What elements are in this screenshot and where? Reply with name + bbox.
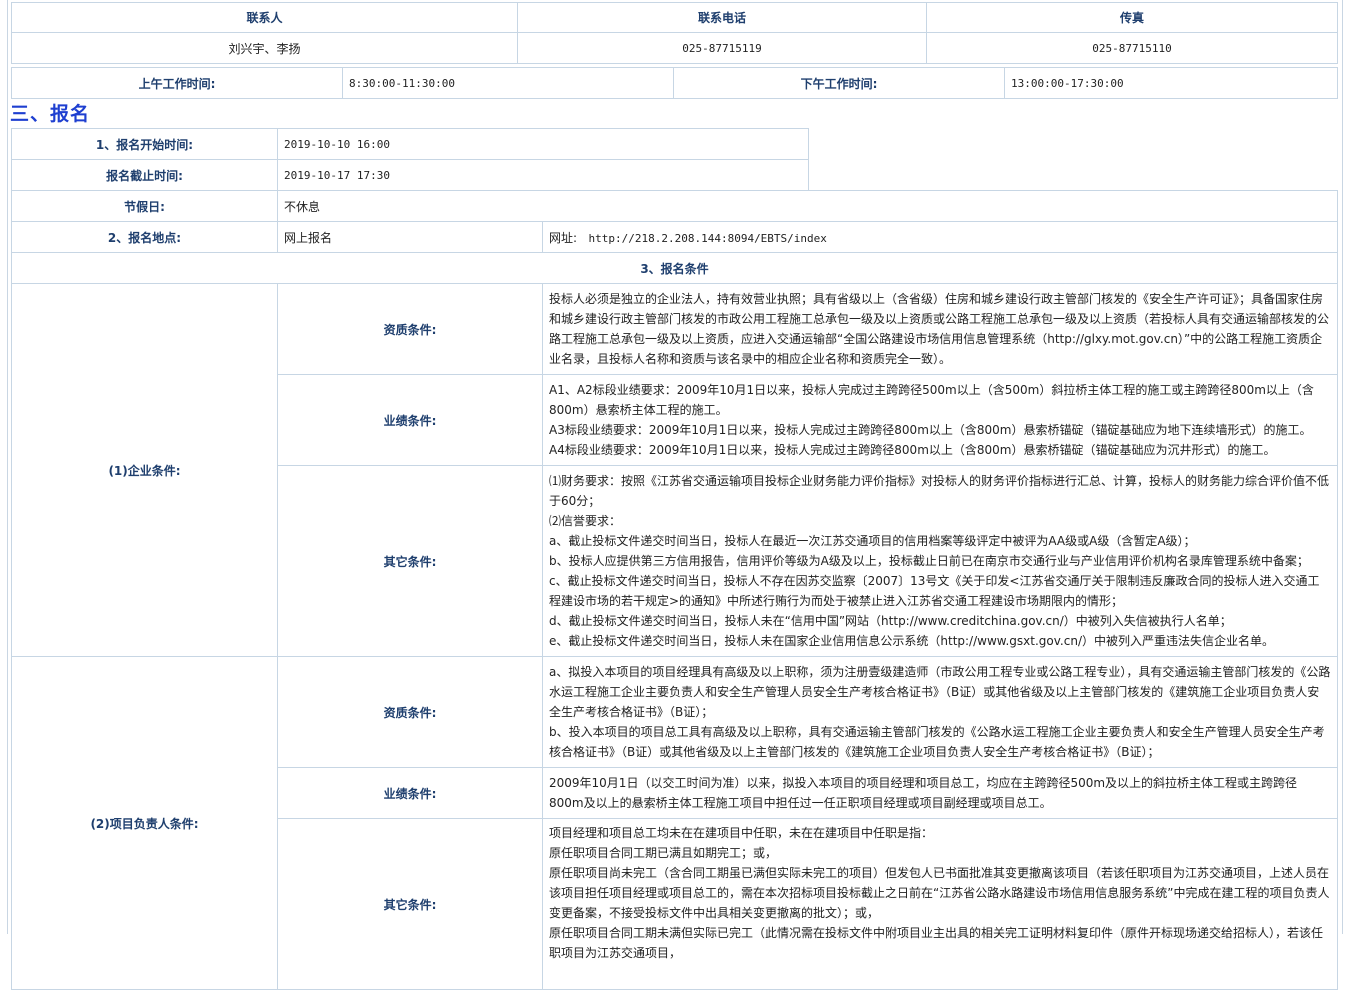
enterprise-other-line: ⑵信誉要求： <box>549 514 622 528</box>
contact-fax-header: 传真 <box>926 2 1338 33</box>
enterprise-qual-text: 投标人必须是独立的企业法人，持有效营业执照；具有省级以上（含省级）住房和城乡建设… <box>541 283 1339 375</box>
registration-place-label: 2、报名地点: <box>11 221 278 253</box>
enterprise-other-line: e、截止投标文件递交时间当日，投标人未在国家企业信用信息公示系统（http://… <box>549 634 1274 648</box>
conditions-title: 3、报名条件 <box>10 252 1339 284</box>
am-hours-value: 8:30:00-11:30:00 <box>342 67 674 99</box>
project-lead-qual-line: a、拟投入本项目的项目经理具有高级及以上职称，须为注册壹级建造师（市政公用工程专… <box>549 665 1331 719</box>
section-title: 三、报名 <box>10 103 91 125</box>
enterprise-conditions-label: (1)企业条件: <box>11 283 278 657</box>
enterprise-other-line: ⑴财务要求：按照《江苏省交通运输项目投标企业财务能力评价指标》对投标人的财务评价… <box>549 474 1330 508</box>
registration-url-cell: 网址: http://218.2.208.144:8094/EBTS/index <box>541 221 1339 253</box>
holiday-label: 节假日: <box>11 190 278 222</box>
registration-start-label: 1、报名开始时间: <box>11 128 278 160</box>
project-lead-other-label: 其它条件: <box>277 818 543 990</box>
project-lead-perf-label: 业绩条件: <box>277 767 543 819</box>
contact-table: 联系人 联系电话 传真 刘兴宇、李扬 025-87715119 025-8771… <box>11 2 1338 64</box>
enterprise-perf-line: A1、A2标段业绩要求：2009年10月1日以来，投标人完成过主跨跨径500m以… <box>549 383 1314 417</box>
project-lead-other-line: 原任职项目合同工期已满且如期完工；或， <box>549 846 778 860</box>
project-lead-conditions-label: (2)项目负责人条件: <box>11 656 278 990</box>
enterprise-other-line: c、截止投标文件递交时间当日，投标人不存在因苏交监察〔2007〕13号文《关于印… <box>549 574 1320 608</box>
contact-person-value: 刘兴宇、李扬 <box>11 32 518 64</box>
project-lead-qual-label: 资质条件: <box>277 656 543 768</box>
am-hours-label: 上午工作时间: <box>11 67 343 99</box>
project-lead-other-line: 原任职项目合同工期未满但实际已完工（此情况需在投标文件中附项目业主出具的相关完工… <box>549 926 1324 960</box>
project-lead-qual-line: b、投入本项目的项目总工具有高级及以上职称，具有交通运输主管部门核发的《公路水运… <box>549 725 1325 759</box>
contact-phone-value: 025-87715119 <box>517 32 927 64</box>
enterprise-other-line: d、截止投标文件递交时间当日，投标人未在“信用中国”网站（http://www.… <box>549 614 1232 628</box>
work-hours-table: 上午工作时间: 8:30:00-11:30:00 下午工作时间: 13:00:0… <box>11 67 1338 99</box>
contact-person-header: 联系人 <box>11 2 518 33</box>
enterprise-other-label: 其它条件: <box>277 465 543 657</box>
enterprise-other-text: ⑴财务要求：按照《江苏省交通运输项目投标企业财务能力评价指标》对投标人的财务评价… <box>541 465 1339 657</box>
holiday-value: 不休息 <box>276 190 1339 222</box>
project-lead-other-line: 项目经理和项目总工均未在在建项目中任职，未在在建项目中任职是指： <box>549 826 934 840</box>
project-lead-other-text: 项目经理和项目总工均未在在建项目中任职，未在在建项目中任职是指： 原任职项目合同… <box>541 818 1339 990</box>
contact-phone-header: 联系电话 <box>517 2 927 33</box>
enterprise-other-line: b、投标人应提供第三方信用报告，信用评价等级为A级及以上，投标截止日前已在南京市… <box>549 554 1309 568</box>
project-lead-perf-text: 2009年10月1日（以交工时间为准）以来，拟投入本项目的项目经理和项目总工，均… <box>541 767 1339 819</box>
conditions-table: 节假日: 不休息 2、报名地点: 网上报名 网址: http://218.2.2… <box>10 190 1339 990</box>
registration-place-value: 网上报名 <box>277 221 543 253</box>
registration-end-value: 2019-10-17 17:30 <box>277 159 809 191</box>
registration-end-label: 报名截止时间: <box>11 159 278 191</box>
project-lead-other-line: 原任职项目尚未完工（含合同工期虽已满但实际未完工的项目）但发包人已书面批准其变更… <box>549 866 1330 920</box>
enterprise-perf-label: 业绩条件: <box>277 374 543 466</box>
pm-hours-label: 下午工作时间: <box>673 67 1005 99</box>
enterprise-perf-line: A4标段业绩要求：2009年10月1日以来，投标人完成过主跨跨径800m以上（含… <box>549 443 1276 457</box>
registration-url-label: 网址: <box>549 230 578 245</box>
project-lead-qual-text: a、拟投入本项目的项目经理具有高级及以上职称，须为注册壹级建造师（市政公用工程专… <box>541 656 1339 768</box>
registration-start-value: 2019-10-10 16:00 <box>277 128 809 160</box>
enterprise-other-line: a、截止投标文件递交时间当日，投标人在最近一次江苏交通项目的信用档案等级评定中被… <box>549 534 1196 548</box>
enterprise-perf-line: A3标段业绩要求：2009年10月1日以来，投标人完成过主跨跨径800m以上（含… <box>549 423 1312 437</box>
registration-dates-table: 1、报名开始时间: 2019-10-10 16:00 报名截止时间: 2019-… <box>11 128 809 191</box>
enterprise-qual-label: 资质条件: <box>277 283 543 375</box>
enterprise-perf-text: A1、A2标段业绩要求：2009年10月1日以来，投标人完成过主跨跨径500m以… <box>541 374 1339 466</box>
registration-url-link[interactable]: http://218.2.208.144:8094/EBTS/index <box>589 232 827 245</box>
pm-hours-value: 13:00:00-17:30:00 <box>1004 67 1338 99</box>
contact-fax-value: 025-87715110 <box>926 32 1338 64</box>
